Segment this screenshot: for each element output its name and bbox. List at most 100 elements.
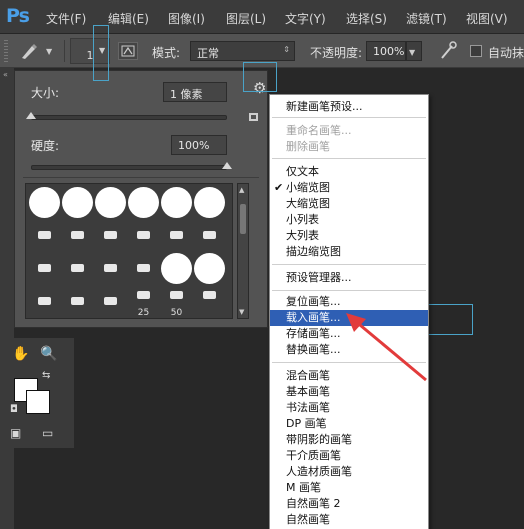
- round-brush-icon: [161, 187, 192, 218]
- menu-item-brush-set[interactable]: 书法画笔: [270, 400, 428, 416]
- tip-brush-icon: [71, 297, 84, 305]
- menu-item-large-thumbnail[interactable]: 大缩览图: [270, 196, 428, 212]
- brush-thumbnail[interactable]: [127, 186, 160, 219]
- hardness-slider-track[interactable]: [31, 165, 227, 170]
- brush-thumbnail[interactable]: [28, 285, 61, 318]
- menu-view[interactable]: 视图(V): [466, 10, 508, 27]
- menu-file[interactable]: 文件(F): [46, 10, 86, 27]
- mode-select-chevron-icon: ⇕: [283, 45, 290, 54]
- airbrush-icon[interactable]: [438, 40, 460, 62]
- menu-image[interactable]: 图像(I): [168, 10, 205, 27]
- collapse-panels-icon[interactable]: «: [3, 70, 8, 79]
- background-color-swatch[interactable]: [26, 390, 50, 414]
- thumbnail-scrollbar[interactable]: ▲ ▼: [237, 183, 249, 319]
- menu-type[interactable]: 文字(Y): [285, 10, 326, 27]
- menu-item-brush-set[interactable]: DP 画笔: [270, 416, 428, 432]
- menu-item-brush-set[interactable]: 自然画笔 2: [270, 496, 428, 512]
- opacity-input[interactable]: 100%: [366, 41, 406, 61]
- menubar: Ps 文件(F) 编辑(E) 图像(I) 图层(L) 文字(Y) 选择(S) 滤…: [0, 0, 524, 34]
- brush-thumbnail[interactable]: [127, 252, 160, 285]
- menu-item-preset-manager[interactable]: 预设管理器...: [270, 270, 428, 286]
- brush-panel-toggle-icon[interactable]: [118, 42, 138, 60]
- menu-item-reset-brushes[interactable]: 复位画笔...: [270, 294, 428, 310]
- brush-thumbnail[interactable]: [193, 219, 226, 252]
- menu-separator: [272, 264, 426, 265]
- round-brush-icon: [95, 187, 126, 218]
- menu-item-brush-set[interactable]: 自然画笔: [270, 512, 428, 528]
- screen-mode-icon[interactable]: ▭: [42, 426, 53, 440]
- scroll-down-icon[interactable]: ▼: [239, 308, 244, 316]
- menu-item-large-list[interactable]: 大列表: [270, 228, 428, 244]
- tip-brush-icon: [137, 231, 150, 239]
- menu-item-brush-set[interactable]: 干介质画笔: [270, 448, 428, 464]
- brush-thumbnail[interactable]: [61, 252, 94, 285]
- brush-thumbnail[interactable]: [160, 252, 193, 285]
- hand-tool-icon[interactable]: ✋: [12, 346, 29, 362]
- brush-thumbnail[interactable]: [61, 186, 94, 219]
- menu-select[interactable]: 选择(S): [346, 10, 387, 27]
- menu-item-brush-set[interactable]: 人造材质画笔: [270, 464, 428, 480]
- brush-thumbnail[interactable]: [61, 285, 94, 318]
- tip-brush-icon: [71, 264, 84, 272]
- menu-layer[interactable]: 图层(L): [226, 10, 266, 27]
- brush-thumbnail[interactable]: [94, 252, 127, 285]
- brush-thumbnail[interactable]: [160, 219, 193, 252]
- round-brush-icon: [29, 187, 60, 218]
- brush-thumbnail[interactable]: [193, 285, 226, 318]
- opacity-label: 不透明度:: [310, 46, 363, 60]
- mode-select[interactable]: 正常 ⇕: [190, 41, 295, 61]
- swap-colors-icon[interactable]: ⇆: [42, 370, 50, 381]
- size-input[interactable]: 1 像素: [163, 82, 227, 102]
- brush-thumbnail[interactable]: 25: [127, 285, 160, 318]
- brush-thumbnail[interactable]: [28, 186, 61, 219]
- menu-separator: [272, 117, 426, 118]
- hardness-slider-thumb[interactable]: [222, 162, 232, 169]
- mode-label: 模式:: [152, 46, 181, 60]
- scroll-thumb[interactable]: [240, 204, 246, 234]
- size-slider-thumb[interactable]: [26, 112, 36, 119]
- round-brush-icon: [194, 253, 225, 284]
- menu-item-stroke-thumbnail[interactable]: 描边缩览图: [270, 244, 428, 260]
- brush-thumbnail[interactable]: [28, 252, 61, 285]
- scroll-up-icon[interactable]: ▲: [239, 186, 244, 194]
- tip-brush-icon: [104, 264, 117, 272]
- brush-thumbnail[interactable]: [94, 285, 127, 318]
- brush-thumbnail[interactable]: [193, 252, 226, 285]
- brush-thumbnail[interactable]: [28, 219, 61, 252]
- menu-edit[interactable]: 编辑(E): [108, 10, 149, 27]
- brush-thumbnail[interactable]: [193, 186, 226, 219]
- menu-item-brush-set[interactable]: M 画笔: [270, 480, 428, 496]
- brush-thumbnail[interactable]: [61, 219, 94, 252]
- menu-filter[interactable]: 滤镜(T): [406, 10, 447, 27]
- brush-thumbnail[interactable]: [160, 186, 193, 219]
- menu-item-small-thumbnail[interactable]: 小缩览图: [270, 180, 428, 196]
- new-preset-icon[interactable]: [247, 111, 261, 123]
- opacity-dropdown-button[interactable]: ▼: [406, 41, 422, 61]
- default-colors-icon[interactable]: ◘: [10, 404, 18, 415]
- brush-thumbnail[interactable]: 50: [160, 285, 193, 318]
- hardness-input[interactable]: 100%: [171, 135, 227, 155]
- eraser-tool-icon[interactable]: [18, 41, 40, 61]
- menu-item-brush-set[interactable]: 带阴影的画笔: [270, 432, 428, 448]
- menu-item-new-preset[interactable]: 新建画笔预设...: [270, 99, 428, 115]
- brush-thumbnail[interactable]: [94, 219, 127, 252]
- quick-mask-icon[interactable]: ▣: [10, 426, 21, 440]
- tip-brush-icon: [137, 264, 150, 272]
- brush-thumbnail[interactable]: [127, 219, 160, 252]
- tip-brush-icon: [38, 297, 51, 305]
- zoom-tool-icon[interactable]: 🔍: [40, 346, 57, 362]
- auto-erase-checkbox[interactable]: [470, 45, 482, 57]
- size-slider-track[interactable]: [31, 115, 227, 120]
- tool-preset-chevron-down-icon[interactable]: ▼: [46, 47, 52, 56]
- options-grip-icon[interactable]: [4, 40, 8, 62]
- tip-brush-icon: [137, 291, 150, 299]
- brush-preset-panel: 大小: 1 像素 ⚙ 硬度: 100% 25 50 ▲ ▼: [14, 70, 268, 328]
- tip-brush-icon: [71, 231, 84, 239]
- menu-item-text-only[interactable]: 仅文本: [270, 164, 428, 180]
- brush-thumbnail-grid: 25 50: [25, 183, 233, 319]
- tip-brush-icon: [38, 264, 51, 272]
- tools-column: «: [0, 68, 14, 529]
- size-label: 大小:: [31, 86, 60, 100]
- menu-item-small-list[interactable]: 小列表: [270, 212, 428, 228]
- brush-thumbnail[interactable]: [94, 186, 127, 219]
